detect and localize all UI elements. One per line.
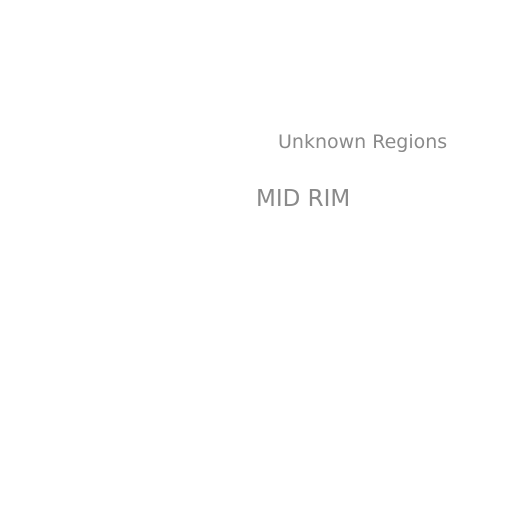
map-tile[interactable]: Unknown Regions MID RIM [0,0,512,512]
region-label-mid-rim: MID RIM [256,186,351,212]
region-label-unknown-regions: Unknown Regions [278,131,448,153]
